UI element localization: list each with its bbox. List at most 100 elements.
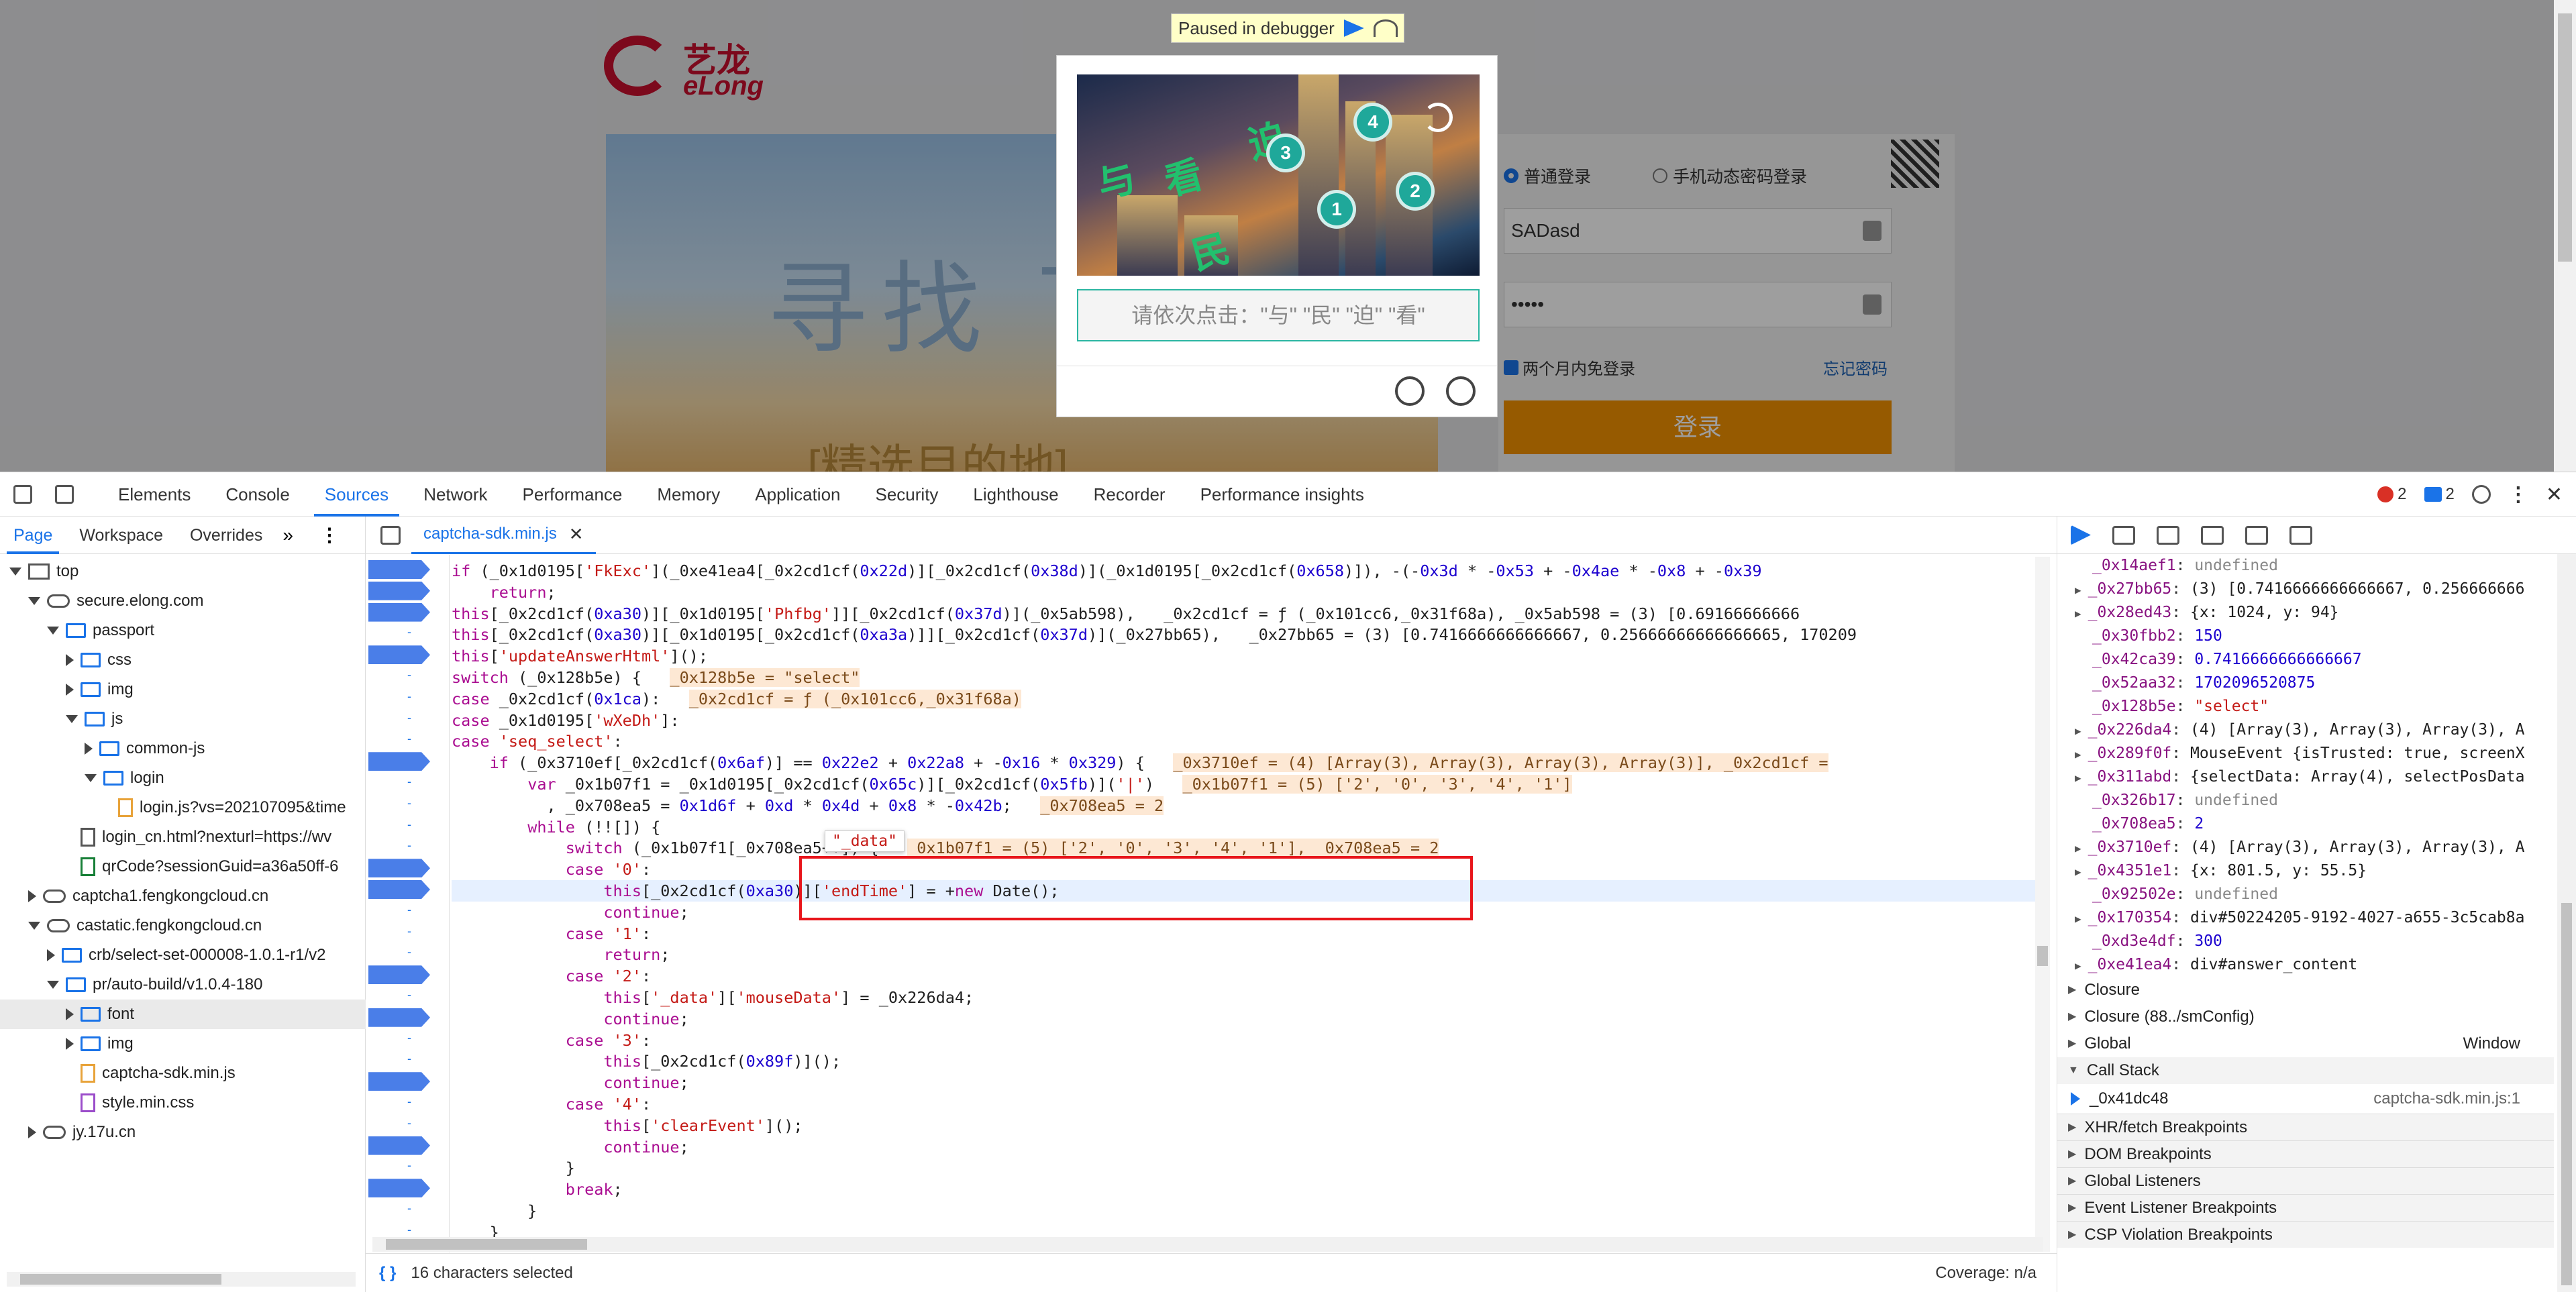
expand-arrow-icon[interactable]: ▶ [2075, 584, 2081, 596]
expand-arrow-icon[interactable]: ▶ [2068, 1114, 2076, 1141]
breakpoint-marker[interactable] [368, 560, 430, 579]
collapsed-arrow-icon[interactable] [66, 1038, 74, 1050]
expanded-arrow-icon[interactable] [9, 568, 21, 576]
tab-elements[interactable]: Elements [101, 472, 208, 517]
tree-node[interactable]: captcha1.fengkongcloud.cn [0, 881, 366, 911]
breakpoint-marker[interactable] [368, 1008, 430, 1027]
line-marker[interactable]: - [407, 988, 411, 1002]
expand-arrow-icon[interactable]: ▶ [2068, 1168, 2076, 1195]
tab-console[interactable]: Console [208, 472, 307, 517]
code-line[interactable]: continue; [452, 1136, 688, 1158]
expand-arrow-icon[interactable]: ▶ [2075, 724, 2081, 737]
breakpoint-marker[interactable] [368, 1136, 430, 1155]
scope-variable[interactable]: ▶ _0x3710ef: (4) [Array(3), Array(3), Arr… [2057, 836, 2554, 859]
editor-horizontal-scrollbar[interactable] [372, 1237, 2043, 1252]
step-over-icon[interactable] [2112, 525, 2135, 545]
tree-node[interactable]: common-js [0, 734, 366, 763]
breakpoint-section[interactable]: ▶ DOM Breakpoints [2057, 1140, 2554, 1167]
code-line[interactable]: } [452, 1157, 575, 1179]
collapsed-arrow-icon[interactable] [28, 890, 36, 902]
code-line[interactable]: break; [452, 1179, 623, 1200]
code-line[interactable]: , _0x708ea5 = 0x1d6f + 0xd * 0x4d + 0x8 … [452, 795, 1164, 816]
breakpoint-marker[interactable] [368, 645, 430, 665]
breakpoint-marker[interactable] [368, 965, 430, 985]
scope-variable[interactable]: ▶ _0x170354: div#50224205-9192-4027-a655-… [2057, 906, 2554, 930]
code-line[interactable]: return; [452, 944, 670, 965]
refresh-image-icon[interactable] [1423, 103, 1453, 132]
scope-variable[interactable]: ▶ _0xe41ea4: div#answer_content [2057, 953, 2554, 977]
device-toolbar-icon[interactable] [55, 484, 74, 504]
collapsed-arrow-icon[interactable] [66, 1008, 74, 1020]
breakpoint-section[interactable]: ▶ Global Listeners [2057, 1167, 2554, 1194]
code-line[interactable]: case '4': [452, 1093, 651, 1115]
expand-arrow-icon[interactable]: ▶ [2068, 1030, 2076, 1057]
expand-arrow-icon[interactable]: ▶ [2075, 865, 2081, 878]
line-marker[interactable]: - [407, 625, 411, 639]
tree-node[interactable]: castatic.fengkongcloud.cn [0, 911, 366, 940]
tab-security[interactable]: Security [858, 472, 956, 517]
coverage-status[interactable]: Coverage: n/a [1935, 1264, 2037, 1283]
breakpoint-section[interactable]: ▶ Event Listener Breakpoints [2057, 1194, 2554, 1221]
tab-lighthouse[interactable]: Lighthouse [956, 472, 1076, 517]
expand-arrow-icon[interactable]: ▶ [2068, 1141, 2076, 1168]
scope-variable[interactable]: _0x42ca39: 0.7416666666666667 [2057, 648, 2554, 671]
page-scrollbar[interactable] [2554, 0, 2576, 472]
tree-node[interactable]: img [0, 1029, 366, 1059]
deactivate-breakpoints-icon[interactable] [2289, 525, 2312, 545]
editor-vertical-scrollbar[interactable] [2035, 557, 2050, 1252]
expand-arrow-icon[interactable]: ▶ [2075, 912, 2081, 925]
tab-application[interactable]: Application [737, 472, 858, 517]
more-options-icon[interactable]: ⋮ [2508, 483, 2528, 506]
code-line[interactable]: switch (_0x128b5e) { _0x128b5e = "select… [452, 667, 860, 688]
tree-node[interactable]: style.min.css [0, 1088, 366, 1118]
scope-variable[interactable]: _0x30fbb2: 150 [2057, 625, 2554, 648]
tree-node[interactable]: crb/select-set-000008-1.0.1-r1/v2 [0, 940, 366, 970]
tree-node[interactable]: font [0, 1000, 366, 1029]
code-line[interactable]: case _0x2cd1cf(0x1ca): _0x2cd1cf = ƒ (_0… [452, 688, 1021, 710]
tree-node[interactable]: login_cn.html?nexturl=https://wv [0, 822, 366, 852]
code-line[interactable]: continue; [452, 1072, 688, 1093]
tab-performance[interactable]: Performance [505, 472, 640, 517]
scope-variable[interactable]: _0x92502e: undefined [2057, 883, 2554, 906]
code-line[interactable]: var _0x1b07f1 = _0x1d0195[_0x2cd1cf(0x65… [452, 773, 1572, 795]
source-code[interactable]: if (_0x1d0195['FkExc'](_0xe41ea4[_0x2cd1… [452, 555, 2035, 1252]
call-stack-frame[interactable]: _0x41dc48 captcha-sdk.min.js:1 [2057, 1084, 2554, 1114]
tree-node[interactable]: js [0, 704, 366, 734]
line-marker[interactable]: - [407, 945, 411, 959]
collapse-arrow-icon[interactable]: ▼ [2068, 1057, 2079, 1084]
code-line[interactable]: while (!![]) { [452, 816, 660, 838]
scope-variable[interactable]: ▶ _0x4351e1: {x: 801.5, y: 55.5} [2057, 859, 2554, 883]
breakpoint-section[interactable]: ▶ XHR/fetch Breakpoints [2057, 1114, 2554, 1140]
tree-node[interactable]: secure.elong.com [0, 586, 366, 616]
expand-arrow-icon[interactable]: ▶ [2068, 977, 2076, 1004]
breakpoint-marker[interactable] [368, 752, 430, 771]
expand-arrow-icon[interactable]: ▶ [2068, 1222, 2076, 1248]
breakpoint-marker[interactable] [368, 859, 430, 878]
collapsed-arrow-icon[interactable] [28, 1126, 36, 1138]
resume-icon[interactable] [2071, 525, 2091, 545]
line-marker[interactable]: - [407, 732, 411, 746]
close-icon[interactable] [1446, 376, 1476, 406]
nav-horizontal-scrollbar[interactable] [7, 1272, 356, 1287]
code-line[interactable]: this['clearEvent'](); [452, 1115, 803, 1136]
tab-memory[interactable]: Memory [639, 472, 737, 517]
captcha-image[interactable]: 与 看 迫 民 1 2 3 4 [1077, 74, 1480, 276]
scope-section[interactable]: ▶ Global Window [2057, 1030, 2554, 1057]
tree-node[interactable]: jy.17u.cn [0, 1118, 366, 1147]
code-line[interactable]: case '3': [452, 1030, 651, 1051]
tree-node[interactable]: css [0, 645, 366, 675]
scope-variable[interactable]: ▶ _0x311abd: {selectData: Array(4), selec… [2057, 765, 2554, 789]
nav-tab-overrides[interactable]: Overrides [176, 517, 276, 554]
settings-gear-icon[interactable] [2471, 485, 2491, 504]
tree-node[interactable]: qrCode?sessionGuid=a36a50ff-6 [0, 852, 366, 881]
scope-variable[interactable]: ▶ _0x226da4: (4) [Array(3), Array(3), Arr… [2057, 718, 2554, 742]
line-marker[interactable]: - [407, 903, 411, 917]
code-line[interactable]: if (_0x1d0195['FkExc'](_0xe41ea4[_0x2cd1… [452, 560, 1762, 582]
scope-variable[interactable]: _0x14aef1: undefined [2057, 554, 2554, 578]
step-icon[interactable] [2245, 525, 2268, 545]
tree-node[interactable]: img [0, 675, 366, 704]
code-line[interactable]: case '0': [452, 859, 651, 880]
tab-recorder[interactable]: Recorder [1076, 472, 1183, 517]
expand-arrow-icon[interactable]: ▶ [2068, 1195, 2076, 1222]
expand-arrow-icon[interactable]: ▶ [2075, 842, 2081, 855]
